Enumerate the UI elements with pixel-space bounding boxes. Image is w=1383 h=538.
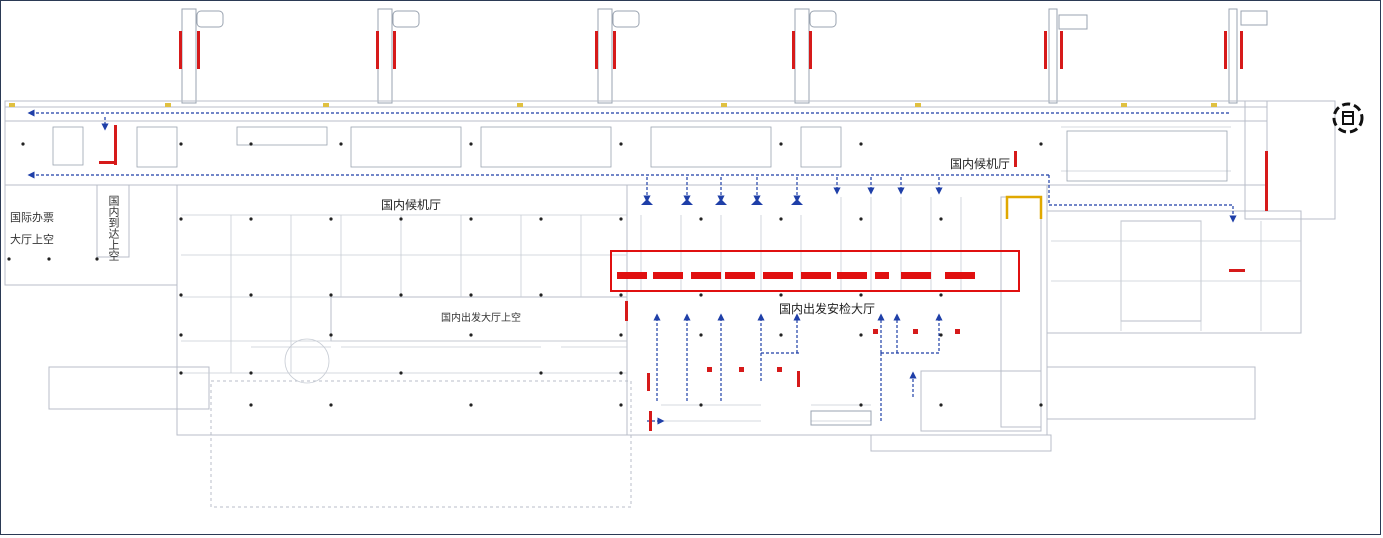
domestic-waiting-hall-west-label: 国内候机厅 <box>381 198 442 212</box>
gate-markers <box>9 103 1217 107</box>
gold-marker <box>1005 195 1043 219</box>
compass-icon[interactable] <box>1332 102 1364 134</box>
domestic-security-hall-label: 国内出发安检大厅 <box>779 302 876 316</box>
building-outlines <box>4 100 1336 508</box>
intl-ticket-hall-void-label: 国际办票大厅上空 <box>10 211 54 246</box>
highlight-security-zone <box>610 250 1020 292</box>
security-lane-markers <box>641 199 803 205</box>
domestic-arrival-void-label: 国内到达上空 <box>107 195 120 261</box>
floor-plan-drawing <box>4 8 1336 508</box>
security-checkpoints <box>617 272 975 279</box>
domestic-departure-hall-void-label: 国内出发大厅上空 <box>441 313 521 324</box>
passenger-flow-lines <box>27 109 1237 425</box>
seating-rows <box>52 126 1228 182</box>
bridge-red-markers <box>179 31 1243 69</box>
floor-plan-map: 国际办票大厅上空 国内到达上空 国内候机厅 国内候机厅 国内出发大厅上空 国内出… <box>0 0 1381 535</box>
domestic-waiting-hall-east-label: 国内候机厅 <box>950 157 1011 171</box>
compass-icon-graphic <box>1332 102 1364 134</box>
boarding-bridges <box>181 8 1268 104</box>
